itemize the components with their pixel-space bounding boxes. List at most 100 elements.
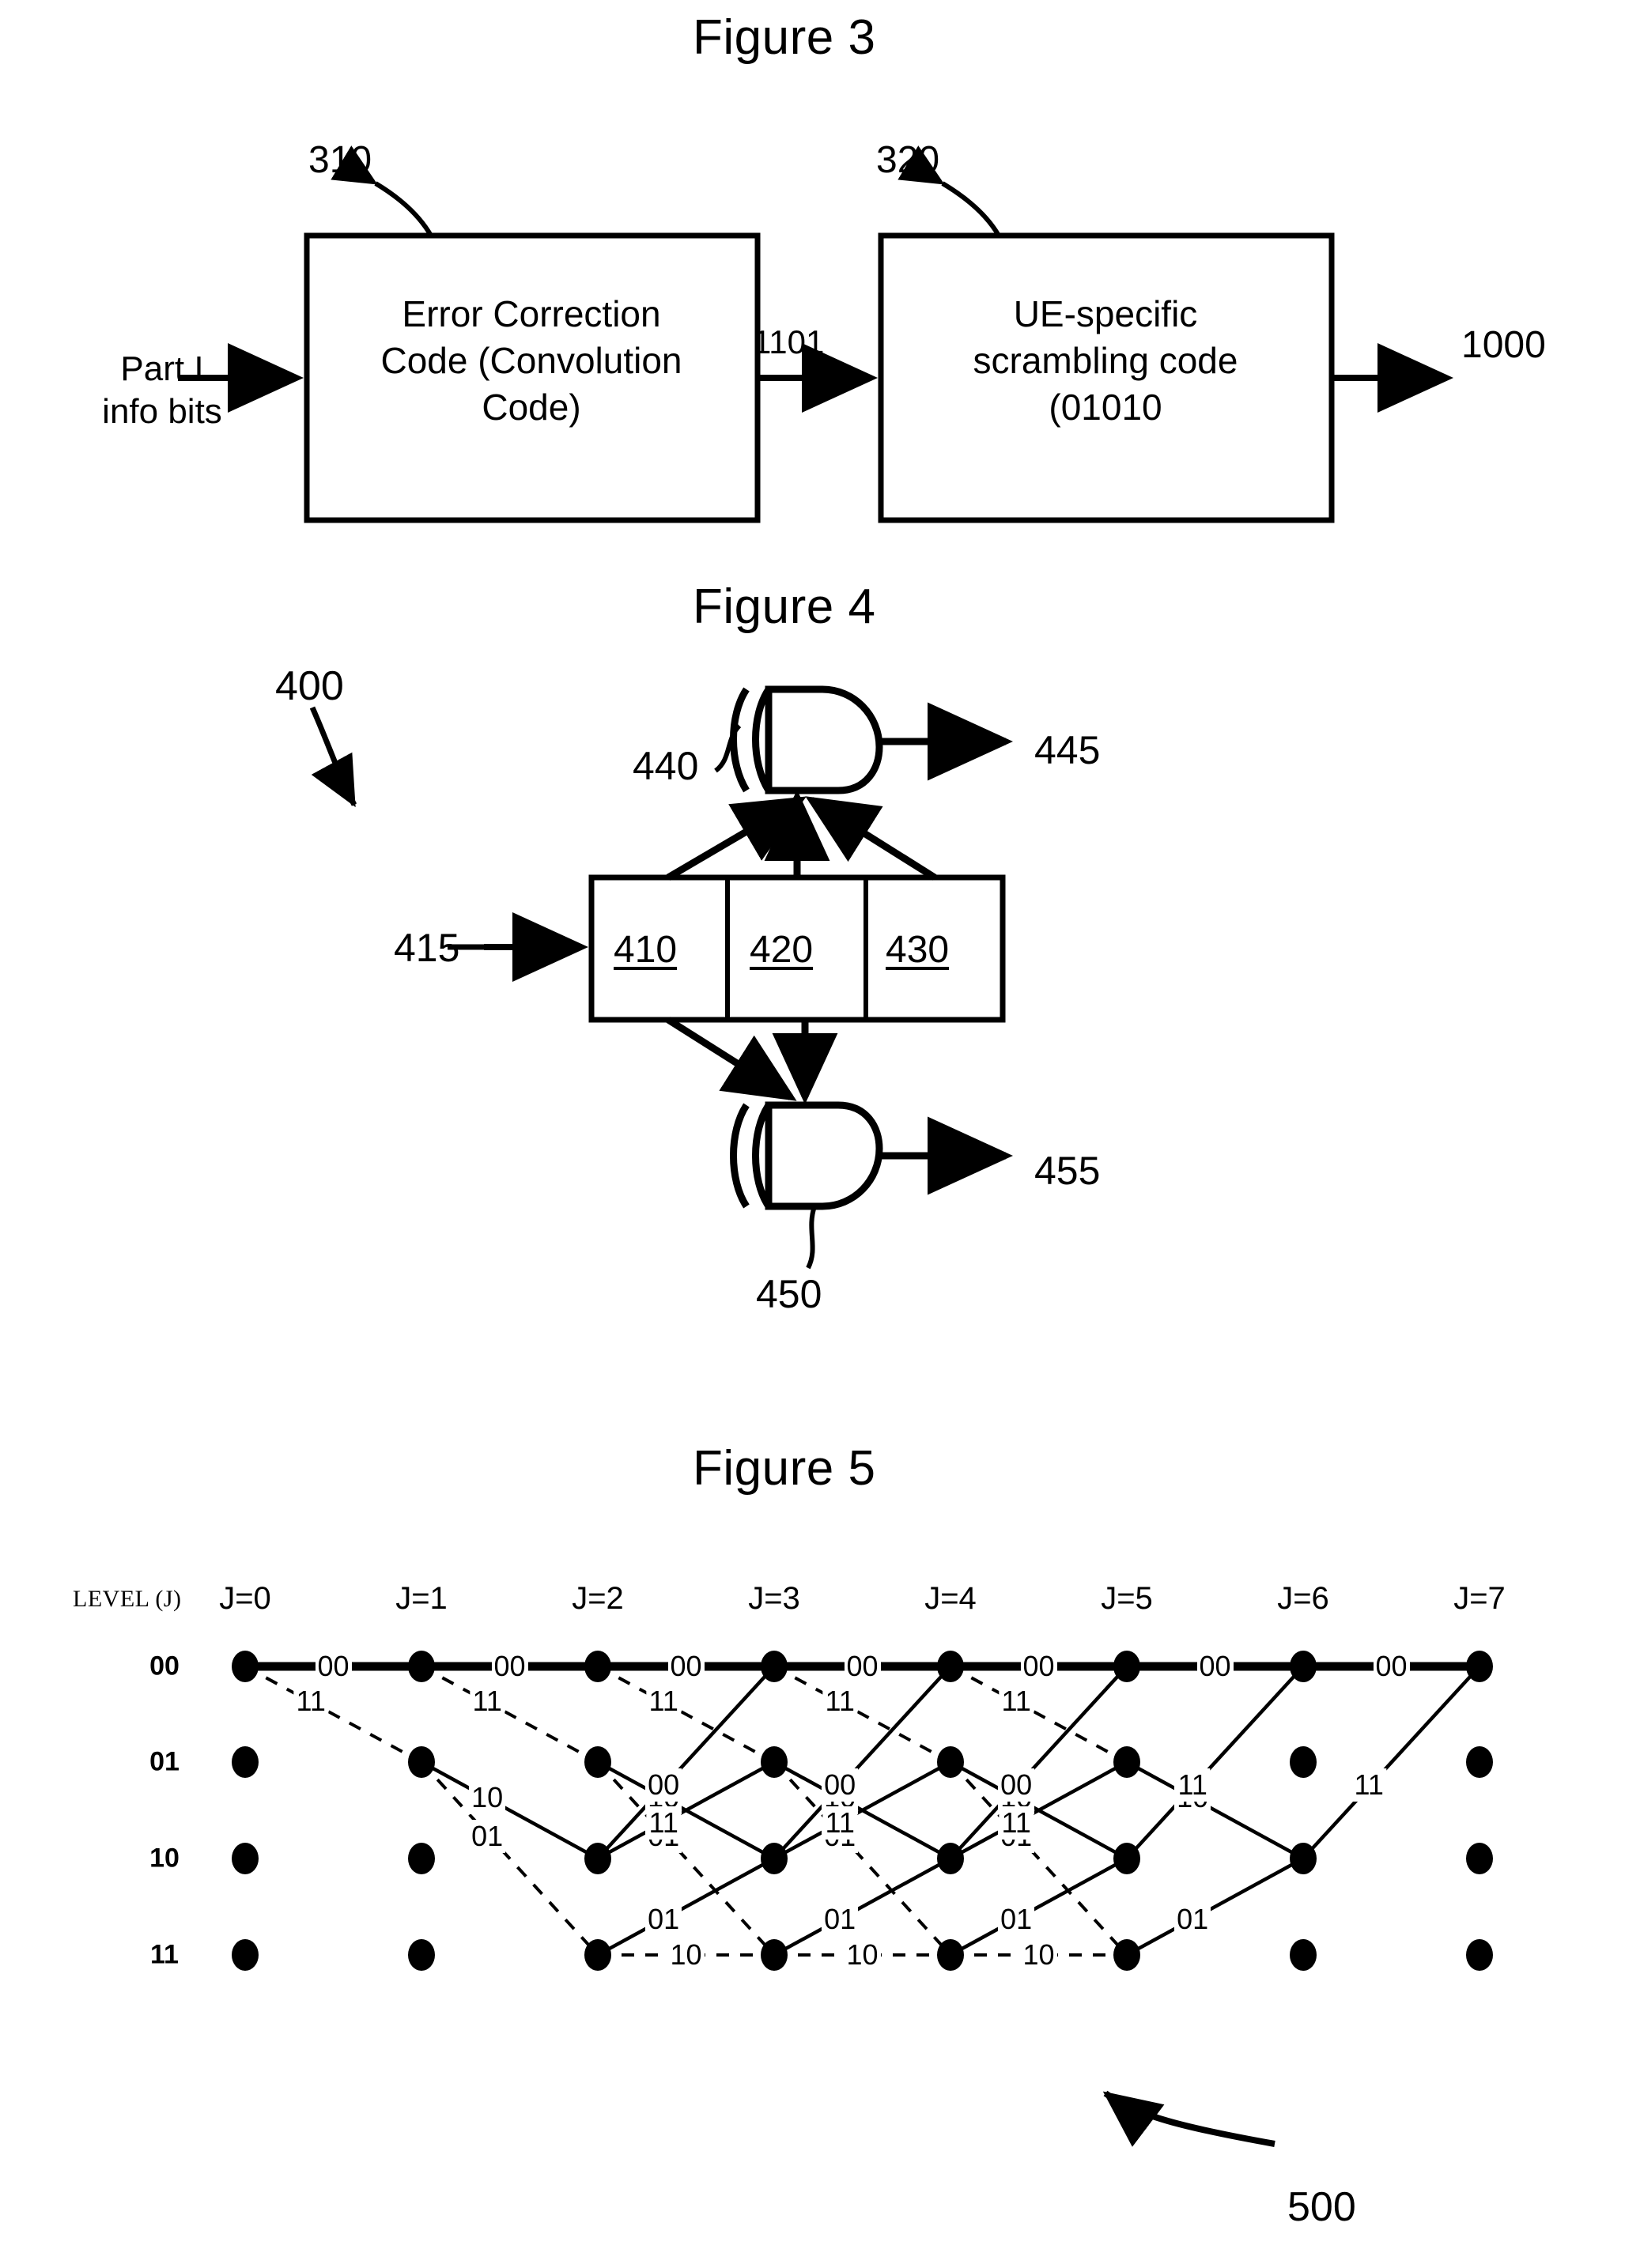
trellis-edge xyxy=(1125,1665,1305,1860)
trellis-state-label-10: 10 xyxy=(149,1843,180,1874)
trellis-edge-label: 11 xyxy=(470,1685,505,1719)
trellis-node xyxy=(1290,1746,1317,1778)
trellis-node xyxy=(1290,1939,1317,1971)
trellis-edge-label: 11 xyxy=(646,1685,681,1719)
trellis-edge-label: 11 xyxy=(999,1685,1034,1719)
trellis-state-label-11: 11 xyxy=(150,1939,179,1970)
trellis-edge-label: 00 xyxy=(822,1768,859,1802)
trellis-column-label-4: J=4 xyxy=(924,1581,977,1616)
trellis-edge-label: 10 xyxy=(1020,1938,1057,1972)
trellis-node xyxy=(937,1843,964,1874)
trellis-node xyxy=(1113,1746,1140,1778)
trellis-edge xyxy=(949,1665,1128,1860)
trellis-edge xyxy=(773,1760,952,1860)
trellis-node xyxy=(761,1651,788,1682)
trellis-edge xyxy=(773,1665,952,1860)
trellis-node xyxy=(1466,1843,1493,1874)
reference-numeral-400: 400 xyxy=(275,663,344,709)
trellis-edge-label: 10 xyxy=(844,1938,881,1972)
trellis-edge xyxy=(596,1665,776,1860)
trellis-edge-label: 11 xyxy=(1175,1768,1210,1802)
trellis-column-label-6: J=6 xyxy=(1277,1581,1329,1616)
trellis-edge-label: 00 xyxy=(491,1650,528,1683)
trellis-edge-label: 00 xyxy=(645,1768,682,1802)
trellis-edge-label: 10 xyxy=(469,1780,506,1814)
figure-4-title: Figure 4 xyxy=(693,579,876,634)
trellis-edge-label: 00 xyxy=(1373,1650,1410,1683)
trellis-edge-label: 11 xyxy=(1351,1768,1386,1802)
trellis-column-label-1: J=1 xyxy=(395,1581,448,1616)
trellis-edge xyxy=(420,1760,599,1957)
figure-3-title: Figure 3 xyxy=(693,10,876,65)
trellis-node xyxy=(584,1746,611,1778)
patent-figure-page: Figure 3 310 320 Error Correction Code (… xyxy=(0,0,1625,2268)
trellis-edge-label: 00 xyxy=(844,1650,881,1683)
trellis-edge xyxy=(596,1760,776,1860)
trellis-node xyxy=(232,1939,259,1971)
trellis-node xyxy=(1113,1939,1140,1971)
trellis-node xyxy=(232,1651,259,1682)
trellis-edge-label: 11 xyxy=(822,1685,857,1719)
trellis-node xyxy=(937,1651,964,1682)
signal-label-1000: 1000 xyxy=(1461,324,1546,366)
trellis-edge-label: 11 xyxy=(822,1806,857,1840)
trellis-edge xyxy=(1302,1665,1481,1860)
trellis-node xyxy=(584,1843,611,1874)
reference-numeral-455: 455 xyxy=(1034,1149,1101,1193)
trellis-column-label-7: J=7 xyxy=(1453,1581,1506,1616)
trellis-state-label-01: 01 xyxy=(149,1746,180,1777)
trellis-edge-label: 11 xyxy=(999,1806,1034,1840)
block-310-label: Error Correction Code (Convolution Code) xyxy=(380,293,682,428)
trellis-column-label-2: J=2 xyxy=(572,1581,624,1616)
trellis-edge-label: 00 xyxy=(998,1768,1035,1802)
trellis-node xyxy=(408,1939,435,1971)
reference-numeral-415: 415 xyxy=(394,926,460,970)
trellis-column-label-0: J=0 xyxy=(219,1581,271,1616)
trellis-edge-label: 01 xyxy=(822,1903,859,1937)
trellis-edge xyxy=(596,1760,776,1957)
part-i-info-bits-label: Part I info bits xyxy=(102,349,222,431)
trellis-edge-label: 01 xyxy=(998,1903,1035,1937)
trellis-edge-label: 00 xyxy=(667,1650,705,1683)
trellis-edge xyxy=(1125,1760,1305,1860)
trellis-edge-label: 00 xyxy=(1020,1650,1057,1683)
reference-numeral-450: 450 xyxy=(756,1272,822,1316)
shift-register-cell-410: 410 xyxy=(614,929,678,971)
trellis-node xyxy=(761,1939,788,1971)
trellis-edge-label: 01 xyxy=(1174,1903,1211,1937)
reference-numeral-500: 500 xyxy=(1287,2184,1356,2230)
level-axis-label: LEVEL (J) xyxy=(73,1586,182,1612)
trellis-node xyxy=(1466,1939,1493,1971)
trellis-edge xyxy=(949,1760,1128,1860)
trellis-edge-label: 11 xyxy=(293,1685,328,1719)
trellis-node xyxy=(1466,1651,1493,1682)
trellis-node xyxy=(408,1746,435,1778)
trellis-column-label-5: J=5 xyxy=(1101,1581,1153,1616)
reference-numeral-320: 320 xyxy=(876,139,940,181)
trellis-edge-label: 01 xyxy=(645,1903,682,1937)
trellis-node xyxy=(937,1939,964,1971)
trellis-node xyxy=(584,1939,611,1971)
trellis-node xyxy=(584,1651,611,1682)
shift-register-cell-430: 430 xyxy=(886,929,950,971)
trellis-node xyxy=(232,1746,259,1778)
block-320-label: UE-specific scrambling code (01010 xyxy=(973,293,1238,428)
reference-numeral-440: 440 xyxy=(633,744,699,788)
signal-label-1101: 1101 xyxy=(753,323,825,360)
trellis-node xyxy=(1290,1651,1317,1682)
figure-5-title: Figure 5 xyxy=(693,1441,876,1496)
trellis-node xyxy=(408,1843,435,1874)
trellis-column-label-3: J=3 xyxy=(748,1581,800,1616)
trellis-node xyxy=(1113,1843,1140,1874)
trellis-node xyxy=(1113,1651,1140,1682)
trellis-node xyxy=(1290,1843,1317,1874)
trellis-edge-label: 01 xyxy=(469,1819,506,1853)
trellis-edge xyxy=(596,1760,776,1860)
reference-numeral-310: 310 xyxy=(308,139,372,181)
shift-register-cell-420: 420 xyxy=(750,929,814,971)
trellis-edge xyxy=(773,1760,952,1957)
trellis-edge xyxy=(1125,1857,1305,1957)
trellis-node xyxy=(761,1843,788,1874)
trellis-state-label-00: 00 xyxy=(149,1651,180,1681)
trellis-node xyxy=(761,1746,788,1778)
